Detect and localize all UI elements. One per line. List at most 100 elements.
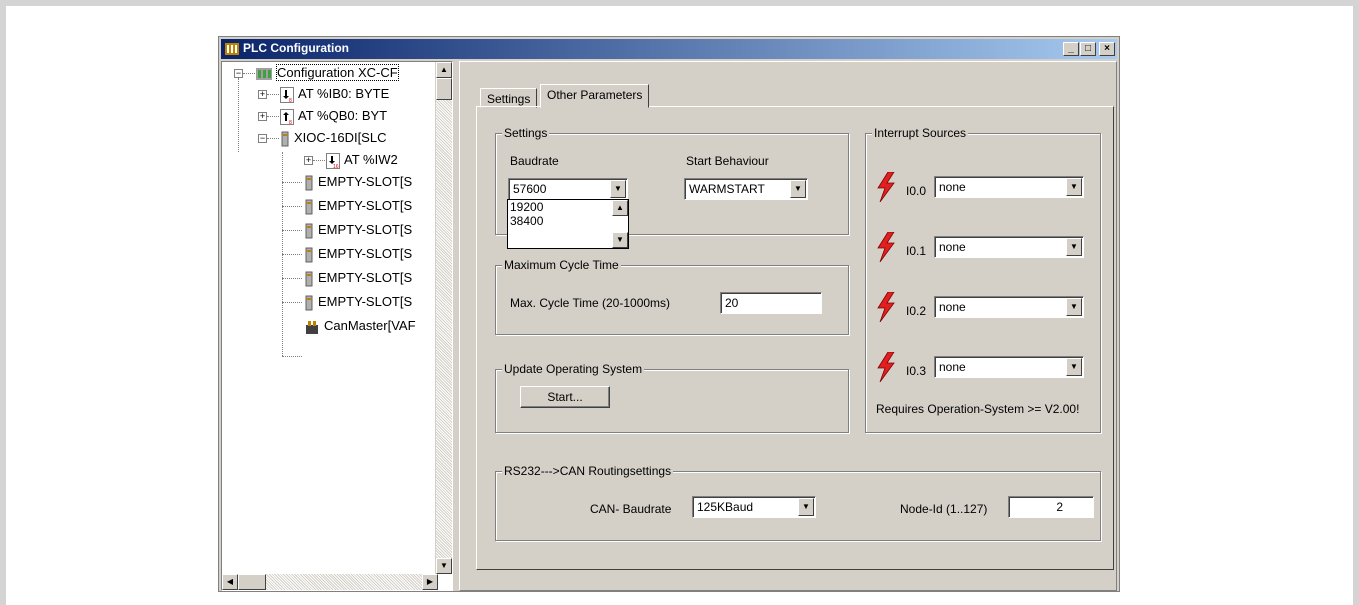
title-bar[interactable]: PLC Configuration _ □ × <box>221 39 1117 59</box>
svg-text:8: 8 <box>289 120 292 125</box>
scroll-right-icon[interactable]: ▶ <box>422 574 438 590</box>
can-baudrate-value: 125KBaud <box>697 500 754 514</box>
interrupt-label: I0.1 <box>906 244 927 258</box>
cycle-time-input[interactable]: 20 <box>720 292 822 314</box>
settings-group-title: Settings <box>502 126 550 140</box>
cycle-time-label: Max. Cycle Time (20-1000ms) <box>510 296 671 310</box>
scroll-left-icon[interactable]: ◀ <box>222 574 238 590</box>
collapse-icon[interactable]: − <box>258 134 267 143</box>
can-baudrate-label: CAN- Baudrate <box>590 502 672 516</box>
start-button[interactable]: Start... <box>520 386 610 408</box>
interrupt-value: none <box>939 300 966 314</box>
chevron-down-icon[interactable]: ▼ <box>1066 358 1082 376</box>
tab-other-parameters[interactable]: Other Parameters <box>540 84 650 108</box>
baudrate-option[interactable]: 19200 <box>510 200 628 214</box>
scroll-down-icon[interactable]: ▼ <box>436 558 452 574</box>
tree-item[interactable]: EMPTY-SLOT[S <box>304 221 412 239</box>
tree-item[interactable]: EMPTY-SLOT[S <box>304 245 412 263</box>
expand-icon[interactable]: + <box>304 156 313 165</box>
start-behaviour-label: Start Behaviour <box>686 154 769 168</box>
tree-item[interactable]: XIOC-16DI[SLC <box>280 129 386 147</box>
tree-root-label: Configuration XC-CF <box>276 64 399 81</box>
tree-item-label: CanMaster[VAF <box>324 318 416 333</box>
update-os-group-title: Update Operating System <box>502 362 645 376</box>
module-icon <box>305 223 313 239</box>
baudrate-combo[interactable]: 57600 ▼ <box>508 178 628 200</box>
chevron-down-icon[interactable]: ▼ <box>790 180 806 198</box>
tree-item-label: AT %QB0: BYT <box>298 108 388 123</box>
tree-vertical-scrollbar[interactable]: ▲ ▼ <box>435 62 452 574</box>
close-button[interactable]: × <box>1099 42 1115 56</box>
tree-item-label: EMPTY-SLOT[S <box>318 270 413 285</box>
interrupt-combo[interactable]: none ▼ <box>934 176 1084 198</box>
os-requirement-note: Requires Operation-System >= V2.00! <box>876 402 1080 416</box>
chevron-down-icon[interactable]: ▼ <box>1066 298 1082 316</box>
interrupt-label: I0.0 <box>906 184 927 198</box>
interrupt-value: none <box>939 240 966 254</box>
tree-item-label: EMPTY-SLOT[S <box>318 198 413 213</box>
chevron-down-icon[interactable]: ▼ <box>1066 238 1082 256</box>
start-behaviour-combo[interactable]: WARMSTART ▼ <box>684 178 808 200</box>
tree-item-label: EMPTY-SLOT[S <box>318 246 413 261</box>
node-id-label: Node-Id (1..127) <box>900 502 988 516</box>
baudrate-dropdown-list[interactable]: 19200 38400 ▲ ▼ <box>507 199 629 249</box>
tree-item[interactable]: 16 AT %IW2 <box>326 151 398 169</box>
can-baudrate-combo[interactable]: 125KBaud ▼ <box>692 496 816 518</box>
maximize-button[interactable]: □ <box>1080 42 1096 56</box>
tree-item-label: XIOC-16DI[SLC <box>294 130 387 145</box>
pane-splitter[interactable] <box>453 61 457 591</box>
interrupt-bolt-icon <box>877 352 895 382</box>
tree-item[interactable]: EMPTY-SLOT[S <box>304 197 412 215</box>
interrupt-value: none <box>939 180 966 194</box>
interrupt-combo[interactable]: none ▼ <box>934 296 1084 318</box>
interrupt-bolt-icon <box>877 292 895 322</box>
expand-icon[interactable]: + <box>258 90 267 99</box>
configuration-icon <box>256 67 272 80</box>
interrupt-combo[interactable]: none ▼ <box>934 236 1084 258</box>
tree-item[interactable]: EMPTY-SLOT[S <box>304 173 412 191</box>
svg-text:16: 16 <box>333 164 339 169</box>
chevron-down-icon[interactable]: ▼ <box>1066 178 1082 196</box>
module-icon <box>305 199 313 215</box>
routing-group-title: RS232--->CAN Routingsettings <box>502 464 674 478</box>
collapse-root-icon[interactable]: − <box>234 69 243 78</box>
tree-item-label: AT %IB0: BYTE <box>298 86 390 101</box>
configuration-tree[interactable]: − Configuration XC-CF + 8 AT %IB0: BYTE +… <box>221 61 453 591</box>
tree-item[interactable]: CanMaster[VAF <box>304 317 416 335</box>
plc-configuration-window: PLC Configuration _ □ × − Configuration … <box>218 36 1120 592</box>
interrupt-sources-group-title: Interrupt Sources <box>872 126 969 140</box>
expand-icon[interactable]: + <box>258 112 267 121</box>
hscroll-thumb[interactable] <box>238 574 266 590</box>
update-os-group: Update Operating System Start... <box>495 362 849 433</box>
scroll-thumb[interactable] <box>436 78 452 100</box>
tree-item[interactable]: 8 AT %IB0: BYTE <box>280 85 389 103</box>
interrupt-value: none <box>939 360 966 374</box>
module-icon <box>305 247 313 263</box>
chevron-down-icon[interactable]: ▼ <box>610 180 626 198</box>
tree-item[interactable]: 8 AT %QB0: BYT <box>280 107 387 125</box>
interrupt-bolt-icon <box>877 232 895 262</box>
plc-config-icon <box>225 43 239 55</box>
scroll-up-icon[interactable]: ▲ <box>612 200 628 216</box>
minimize-button[interactable]: _ <box>1063 42 1079 56</box>
scroll-up-icon[interactable]: ▲ <box>436 62 452 78</box>
tab-settings[interactable]: Settings <box>480 88 538 108</box>
tree-item-label: EMPTY-SLOT[S <box>318 174 413 189</box>
cycle-time-group-title: Maximum Cycle Time <box>502 258 621 272</box>
tree-item-label: AT %IW2 <box>344 152 398 167</box>
tree-item-label: EMPTY-SLOT[S <box>318 294 413 309</box>
chevron-down-icon[interactable]: ▼ <box>798 498 814 516</box>
baudrate-option[interactable]: 38400 <box>510 214 628 228</box>
window-client: − Configuration XC-CF + 8 AT %IB0: BYTE +… <box>221 61 1117 591</box>
scroll-down-icon[interactable]: ▼ <box>612 232 628 248</box>
module-icon <box>305 175 313 191</box>
tree-item[interactable]: EMPTY-SLOT[S <box>304 269 412 287</box>
node-id-input[interactable]: 2 <box>1008 496 1094 518</box>
tree-item[interactable]: EMPTY-SLOT[S <box>304 293 412 311</box>
window-title: PLC Configuration <box>243 41 349 55</box>
module-icon <box>281 131 289 147</box>
tree-root[interactable]: Configuration XC-CF <box>256 64 399 82</box>
interrupt-combo[interactable]: none ▼ <box>934 356 1084 378</box>
interrupt-label: I0.2 <box>906 304 927 318</box>
tree-horizontal-scrollbar[interactable]: ◀ ▶ <box>222 574 438 590</box>
